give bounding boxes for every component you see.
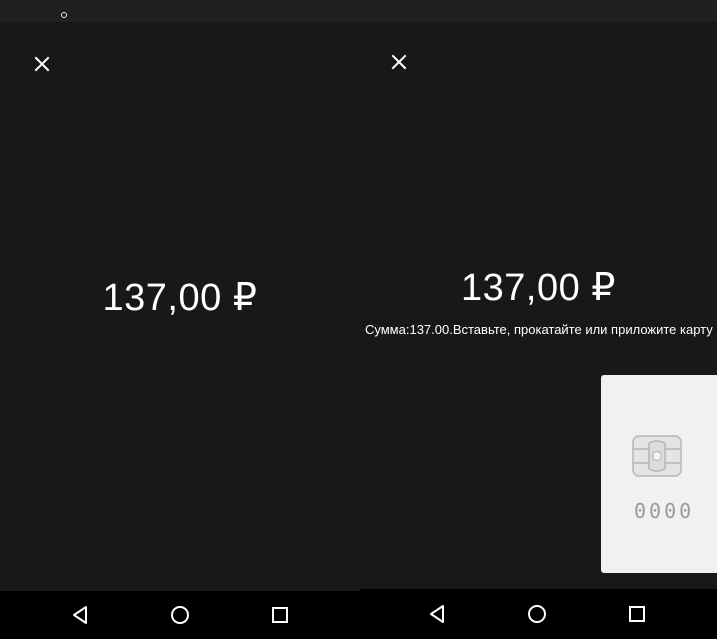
- home-button[interactable]: [168, 603, 192, 627]
- recent-apps-square-icon: [268, 603, 292, 627]
- close-button[interactable]: [30, 52, 54, 76]
- navigation-bar: [360, 589, 717, 639]
- payment-amount: 137,00 ₽: [102, 277, 258, 319]
- notification-dot-icon: [61, 12, 67, 18]
- status-bar: [0, 0, 360, 22]
- card-chip-icon: [632, 435, 682, 477]
- close-icon: [30, 52, 54, 76]
- navigation-bar: [0, 591, 360, 639]
- payment-amount: 137,00 ₽: [461, 267, 616, 309]
- back-button[interactable]: [425, 602, 449, 626]
- card-prompt-message: Сумма:137.00.Вставьте, прокатайте или пр…: [365, 322, 713, 337]
- payment-screen-card-prompt: 137,00 ₽ Сумма:137.00.Вставьте, прокатай…: [360, 0, 717, 639]
- recent-apps-square-icon: [625, 602, 649, 626]
- home-circle-icon: [525, 602, 549, 626]
- back-triangle-icon: [425, 602, 449, 626]
- recent-apps-button[interactable]: [268, 603, 292, 627]
- close-button[interactable]: [387, 50, 411, 74]
- payment-screen-amount: 137,00 ₽: [0, 0, 360, 639]
- back-button[interactable]: [68, 603, 92, 627]
- home-circle-icon: [168, 603, 192, 627]
- back-triangle-icon: [68, 603, 92, 627]
- card-number: 0000: [634, 499, 695, 523]
- home-button[interactable]: [525, 602, 549, 626]
- close-icon: [387, 50, 411, 74]
- card-illustration: 0000: [601, 375, 717, 573]
- status-bar: [360, 0, 717, 22]
- recent-apps-button[interactable]: [625, 602, 649, 626]
